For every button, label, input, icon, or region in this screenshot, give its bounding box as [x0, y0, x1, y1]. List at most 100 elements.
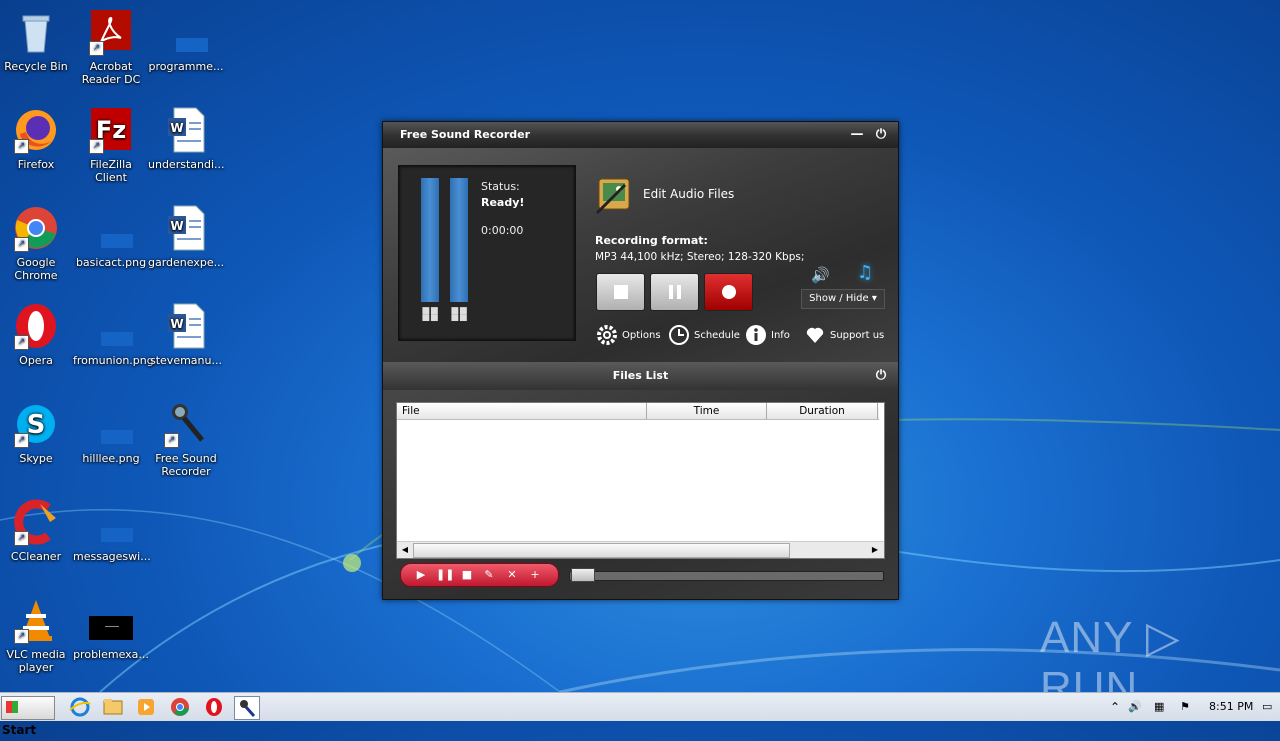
desktop-icon-label: Firefox: [17, 158, 55, 171]
desktop-icon-skype[interactable]: S ↗ Skype: [0, 400, 74, 465]
shortcut-arrow-icon: ↗: [14, 237, 29, 252]
clock[interactable]: 8:51 PM: [1209, 693, 1253, 721]
level-meter-left: [421, 178, 439, 302]
record-button[interactable]: [704, 273, 753, 311]
options-button[interactable]: Options: [596, 324, 661, 348]
seek-thumb[interactable]: [571, 568, 595, 582]
edit-audio-files-button[interactable]: Edit Audio Files: [595, 173, 745, 218]
meter-grip-icon: ■■ ■■: [421, 306, 439, 323]
heart-icon: [804, 324, 826, 346]
desktop-icon-label: stevemanu...: [150, 354, 222, 367]
playback-stop-button[interactable]: ■: [459, 567, 475, 583]
column-label: Duration: [799, 405, 845, 417]
svg-text:W: W: [170, 317, 183, 331]
desktop-icon-recycle-bin[interactable]: Recycle Bin: [0, 8, 74, 73]
recorder-panel: ■■ ■■ ■■ ■■ Status: Ready! 0:00:00 Edit Au…: [383, 148, 898, 362]
desktop-icon-messageswi[interactable]: messageswi...: [73, 498, 151, 563]
show-hide-label: Show / Hide: [809, 293, 869, 304]
recording-format-value[interactable]: MP3 44,100 kHz; Stereo; 128-320 Kbps;: [595, 251, 804, 263]
desktop-icon-opera[interactable]: ↗ Opera: [0, 302, 74, 367]
volume-icon[interactable]: 🔊: [1128, 693, 1142, 721]
taskbar-ie-icon[interactable]: [68, 696, 92, 718]
svg-text:W: W: [170, 219, 183, 233]
desktop-icon-problemexa[interactable]: problemexa...: [73, 596, 149, 661]
edit-file-button[interactable]: ✎: [481, 567, 497, 583]
desktop-icon-label: problemexa...: [73, 648, 149, 661]
status-value: Ready!: [481, 196, 525, 209]
info-button[interactable]: Info: [745, 324, 790, 348]
desktop-icon-label: messageswi...: [73, 550, 151, 563]
desktop-icon-gardenexpe[interactable]: W gardenexpe...: [148, 204, 224, 269]
desktop-icon-label: CCleaner: [10, 550, 62, 563]
desktop-icon-acrobat[interactable]: ↗ Acrobat Reader DC: [73, 8, 149, 86]
taskbar-opera-icon[interactable]: [202, 696, 226, 718]
scrollbar-thumb[interactable]: [413, 543, 790, 558]
network-icon[interactable]: ▦: [1154, 693, 1164, 721]
delete-file-button[interactable]: ✕: [504, 567, 520, 583]
desktop-icon-programme[interactable]: programme...: [148, 8, 224, 73]
files-list-power-button[interactable]: ⏻: [872, 367, 890, 385]
speaker-icon[interactable]: 🔊: [811, 266, 831, 286]
window-titlebar[interactable]: Free Sound Recorder — ⏻: [383, 122, 898, 148]
svg-text:S: S: [27, 410, 46, 440]
schedule-button[interactable]: Schedule: [668, 324, 740, 348]
desktop-icon-label: Free Sound Recorder: [155, 452, 217, 478]
playback-pause-button[interactable]: ❚❚: [436, 567, 454, 583]
shortcut-arrow-icon: ↗: [14, 629, 29, 644]
power-close-button[interactable]: ⏻: [872, 126, 890, 144]
taskbar-chrome-icon[interactable]: [168, 696, 192, 718]
add-file-button[interactable]: +: [527, 567, 543, 583]
desktop-icon-hilllee[interactable]: hilllee.png: [73, 400, 149, 465]
clock-icon: [668, 324, 690, 346]
action-center-flag-icon[interactable]: ⚑: [1180, 693, 1190, 721]
minimize-button[interactable]: —: [848, 126, 866, 144]
desktop-icon-filezilla[interactable]: Fz ↗ FileZilla Client: [73, 106, 149, 184]
column-header-time[interactable]: Time: [647, 403, 767, 419]
desktop-icon-basicact[interactable]: basicact.png: [73, 204, 149, 269]
start-button[interactable]: Start: [1, 696, 55, 737]
desktop-icon-vlc[interactable]: ↗ VLC media player: [0, 596, 74, 674]
desktop-icon-label: Skype: [19, 452, 53, 465]
windows-logo-icon: [6, 701, 18, 713]
desktop-icon-fromunion[interactable]: fromunion.png: [73, 302, 154, 367]
desktop-icon-label: programme...: [148, 60, 224, 73]
edit-audio-files-label: Edit Audio Files: [643, 187, 735, 201]
play-button[interactable]: ▶: [413, 567, 429, 583]
scroll-left-button[interactable]: ◀: [398, 543, 412, 557]
meter-grip-icon: ■■ ■■: [450, 306, 468, 323]
desktop-icon-free-sound-recorder[interactable]: ↗ Free Sound Recorder: [148, 400, 224, 478]
taskbar-free-sound-recorder-icon[interactable]: [234, 696, 260, 720]
desktop-icon-firefox[interactable]: ↗ Firefox: [0, 106, 74, 171]
audio-editor-icon: [595, 173, 637, 215]
tray-show-hidden-icon[interactable]: ⌃: [1110, 693, 1120, 721]
column-header-duration[interactable]: Duration: [767, 403, 878, 419]
pause-button[interactable]: [650, 273, 699, 311]
options-label: Options: [622, 330, 661, 341]
listview-header: File Time Duration: [397, 403, 879, 420]
column-header-file[interactable]: File: [397, 403, 647, 419]
desktop-icon-label: VLC media player: [6, 648, 66, 674]
free-sound-recorder-window: Free Sound Recorder — ⏻ ■■ ■■ ■■ ■■ Status…: [382, 121, 899, 600]
desktop-icon-understandi[interactable]: W understandi...: [148, 106, 225, 171]
desktop-icon-chrome[interactable]: ↗ Google Chrome: [0, 204, 74, 282]
stop-button[interactable]: [596, 273, 645, 311]
show-desktop-icon[interactable]: ▭: [1262, 693, 1272, 721]
music-note-icon[interactable]: ♫: [857, 262, 879, 286]
taskbar-media-player-icon[interactable]: [134, 696, 158, 718]
taskbar-explorer-icon[interactable]: [101, 696, 125, 718]
desktop-icon-label: Opera: [19, 354, 53, 367]
horizontal-scrollbar[interactable]: ◀ ▶: [397, 541, 884, 558]
info-label: Info: [771, 330, 790, 341]
show-hide-dropdown[interactable]: Show / Hide ▾: [801, 289, 885, 309]
vlc-icon: ↗: [12, 596, 60, 644]
desktop-icon-label: Acrobat Reader DC: [81, 60, 141, 86]
files-listview[interactable]: File Time Duration ◀ ▶: [396, 402, 885, 559]
support-us-button[interactable]: Support us: [804, 324, 884, 348]
seek-track[interactable]: [569, 571, 884, 581]
image-file-icon: [87, 596, 135, 644]
desktop-icon-ccleaner[interactable]: ↗ CCleaner: [0, 498, 74, 563]
stop-icon: [613, 285, 628, 299]
elapsed-time: 0:00:00: [481, 224, 524, 237]
scroll-right-button[interactable]: ▶: [868, 543, 882, 557]
desktop-icon-stevemanu[interactable]: W stevemanu...: [148, 302, 224, 367]
